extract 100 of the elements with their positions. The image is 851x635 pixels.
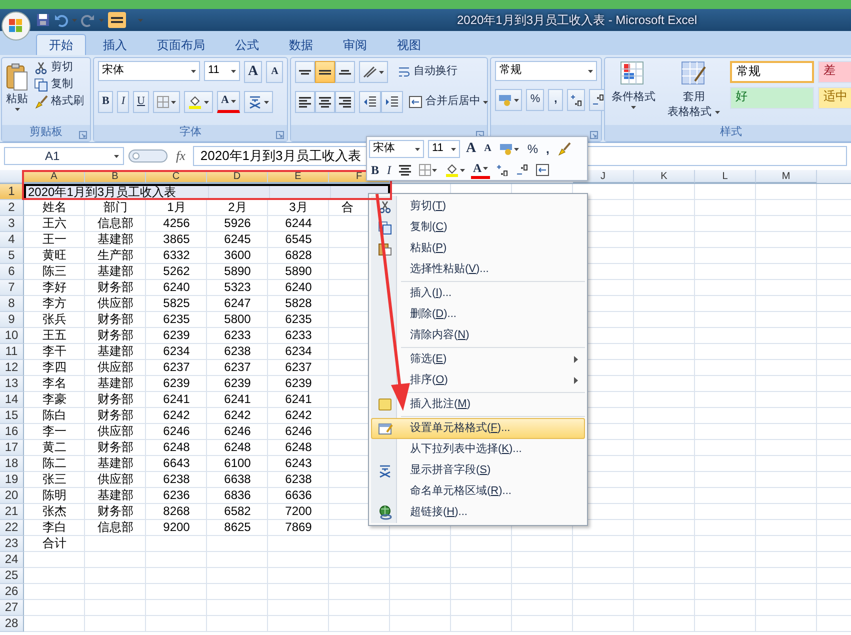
row-header[interactable]: 23 (0, 536, 24, 552)
phonetic-button[interactable] (244, 91, 273, 113)
horizontal-align-button[interactable] (295, 91, 316, 113)
row-header[interactable]: 12 (0, 360, 24, 376)
font-size-field[interactable]: 11 (428, 140, 460, 158)
cell-style-option[interactable]: 适中 (818, 87, 851, 109)
menu-item[interactable]: 设置单元格格式(F)... (371, 418, 585, 439)
cell-style-option[interactable]: 常规 (730, 61, 814, 83)
row-header[interactable]: 28 (0, 616, 24, 632)
font-color-button[interactable]: A (471, 161, 490, 179)
row-header[interactable]: 8 (0, 296, 24, 312)
row-header[interactable]: 17 (0, 440, 24, 456)
row-header[interactable]: 18 (0, 456, 24, 472)
row-header[interactable]: 6 (0, 264, 24, 280)
menu-item[interactable]: 命名单元格区域(R)... (371, 481, 585, 502)
menu-item[interactable]: 超链接(H)... (371, 502, 585, 523)
row-header[interactable]: 9 (0, 312, 24, 328)
row-header[interactable]: 10 (0, 328, 24, 344)
menu-item[interactable]: 复制(C) (371, 217, 585, 238)
vertical-align-button[interactable] (315, 61, 336, 83)
row-header[interactable]: 26 (0, 584, 24, 600)
function-button[interactable]: fx (176, 148, 186, 164)
row-header[interactable]: 5 (0, 248, 24, 264)
row-header[interactable]: 3 (0, 216, 24, 232)
clipboard-action[interactable]: 复制 (32, 78, 86, 92)
row-header[interactable]: 15 (0, 408, 24, 424)
ribbon-tab[interactable]: 公式 (222, 34, 272, 55)
redo-icon[interactable] (81, 13, 95, 27)
menu-item[interactable]: 显示拼音字段(S) (371, 460, 585, 481)
menu-item[interactable]: 筛选(E) (371, 349, 585, 370)
menu-item[interactable]: 排序(O) (371, 370, 585, 391)
menu-item[interactable]: 删除(D)... (371, 304, 585, 325)
ribbon-tab[interactable]: 页面布局 (144, 34, 218, 55)
row-header[interactable]: 7 (0, 280, 24, 296)
ribbon-tab[interactable]: 视图 (384, 34, 434, 55)
menu-item[interactable]: 选择性粘贴(V)... (371, 259, 585, 280)
row-header[interactable]: 1 (0, 184, 24, 200)
fill-color-button[interactable] (184, 91, 213, 113)
ribbon-tab[interactable]: 开始 (36, 34, 86, 55)
row-header[interactable]: 21 (0, 504, 24, 520)
currency-button[interactable] (495, 89, 522, 111)
font-name-field[interactable]: 宋体 (98, 61, 200, 81)
comma-button[interactable]: , (544, 139, 552, 159)
grow-font-button[interactable]: A (464, 139, 478, 159)
menu-item[interactable]: 插入(I)... (371, 283, 585, 304)
percent-button[interactable]: % (526, 89, 544, 111)
row-header[interactable]: 2 (0, 200, 24, 216)
row-header[interactable]: 19 (0, 472, 24, 488)
shrink-font-button[interactable]: A (482, 139, 494, 159)
grow-font-button[interactable]: A (244, 61, 262, 83)
comma-button[interactable]: , (548, 89, 564, 111)
row-header[interactable]: 24 (0, 552, 24, 568)
row-header[interactable]: 11 (0, 344, 24, 360)
font-name-field[interactable]: 宋体 (369, 140, 424, 158)
undo-icon[interactable] (54, 13, 68, 27)
row-header[interactable]: 27 (0, 600, 24, 616)
row-header[interactable]: 25 (0, 568, 24, 584)
vertical-align-button[interactable] (335, 61, 356, 83)
format-button[interactable]: B (98, 91, 114, 113)
cell-style-option[interactable]: 差 (818, 61, 851, 83)
row-header[interactable]: 4 (0, 232, 24, 248)
ribbon-tab[interactable]: 审阅 (330, 34, 380, 55)
increase-indent-button[interactable] (381, 91, 404, 113)
menu-item[interactable]: 清除内容(N) (371, 325, 585, 346)
row-header[interactable]: 14 (0, 392, 24, 408)
menu-item[interactable]: 粘贴(P) (371, 238, 585, 259)
paste-button[interactable]: 粘贴 (6, 61, 28, 122)
ribbon-tab[interactable]: 数据 (276, 34, 326, 55)
table-format-button[interactable]: 套用 表格格式 (665, 61, 722, 122)
row-header[interactable]: 22 (0, 520, 24, 536)
format-button[interactable]: U (133, 91, 149, 113)
column-header[interactable]: K (634, 170, 695, 183)
conditional-format-button[interactable]: 条件格式 (609, 61, 658, 122)
horizontal-align-button[interactable] (315, 91, 336, 113)
column-header[interactable]: L (695, 170, 756, 183)
ribbon-tab[interactable]: 插入 (90, 34, 140, 55)
orientation-button[interactable] (359, 61, 388, 83)
expand-handle-icon[interactable] (128, 149, 168, 163)
number-format-field[interactable]: 常规 (495, 61, 598, 81)
decrease-indent-button[interactable] (359, 91, 382, 113)
lines-button-icon[interactable] (108, 12, 126, 28)
horizontal-align-button[interactable] (335, 91, 356, 113)
cell-style-option[interactable]: 好 (730, 87, 814, 109)
merge-center-button[interactable]: 合并后居中 (407, 95, 490, 109)
name-box[interactable]: A1 (4, 147, 124, 165)
row-header[interactable]: 13 (0, 376, 24, 392)
format-button[interactable]: I (117, 91, 130, 113)
percent-button[interactable]: % (525, 139, 540, 159)
font-size-field[interactable]: 11 (204, 61, 240, 81)
column-header[interactable]: M (756, 170, 817, 183)
menu-item[interactable]: 从下拉列表中选择(K)... (371, 439, 585, 460)
row-header[interactable]: 20 (0, 488, 24, 504)
save-icon[interactable] (36, 13, 50, 27)
clipboard-action[interactable]: 剪切 (32, 61, 86, 75)
vertical-align-button[interactable] (295, 61, 316, 83)
wrap-text-button[interactable]: 自动换行 (396, 65, 460, 79)
font-color-button[interactable]: A (216, 91, 240, 113)
row-header[interactable]: 16 (0, 424, 24, 440)
increase-decimal-button[interactable] (567, 89, 586, 111)
menu-item[interactable]: 插入批注(M) (371, 394, 585, 415)
